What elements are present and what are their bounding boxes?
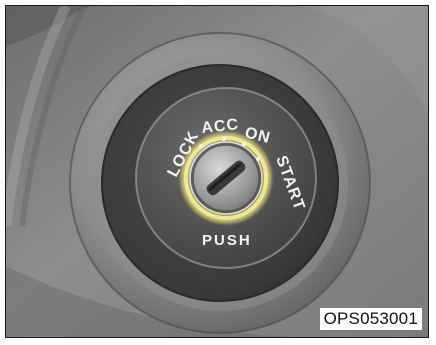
figure-code: OPS053001 (319, 308, 422, 330)
ignition-switch-illustration: LOCK ACC ON START PUSH (6, 6, 428, 337)
position-dot-lock (199, 144, 203, 148)
position-dot-start (256, 157, 260, 161)
push-label: PUSH (202, 232, 252, 249)
position-dot-acc (222, 137, 226, 141)
illustration-frame: LOCK ACC ON START PUSH OPS053001 (5, 5, 429, 338)
position-dot-on (242, 142, 246, 146)
